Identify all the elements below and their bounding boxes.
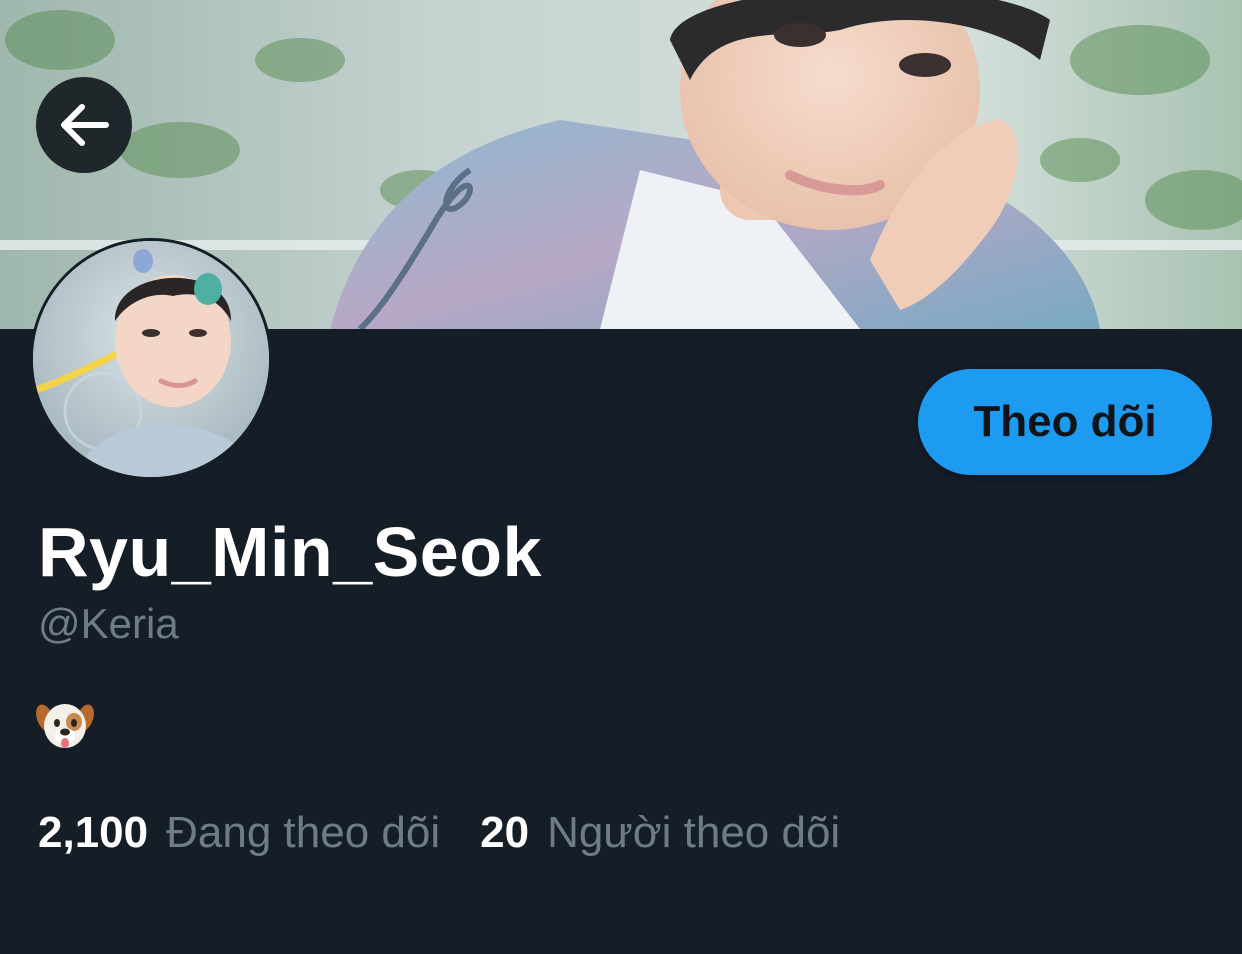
avatar[interactable] [30, 238, 272, 480]
following-stat[interactable]: 2,100 Đang theo dõi [38, 808, 440, 858]
profile-stats: 2,100 Đang theo dõi 20 Người theo dõi [38, 808, 880, 858]
arrow-left-icon [61, 104, 109, 146]
display-name: Ryu_Min_Seok [38, 513, 542, 591]
bio [36, 696, 94, 754]
followers-count: 20 [480, 808, 530, 857]
following-count: 2,100 [38, 808, 149, 857]
following-label: Đang theo dõi [166, 808, 441, 857]
follow-button[interactable]: Theo dõi [918, 369, 1212, 475]
user-handle: @Keria [38, 600, 179, 647]
profile-page: Theo dõi Ryu_Min_Seok @Keria 2,100 Đang … [0, 0, 1242, 954]
followers-label: Người theo dõi [547, 808, 841, 857]
back-button[interactable] [36, 77, 132, 173]
dog-face-emoji-icon [36, 704, 94, 748]
followers-stat[interactable]: 20 Người theo dõi [480, 808, 840, 858]
